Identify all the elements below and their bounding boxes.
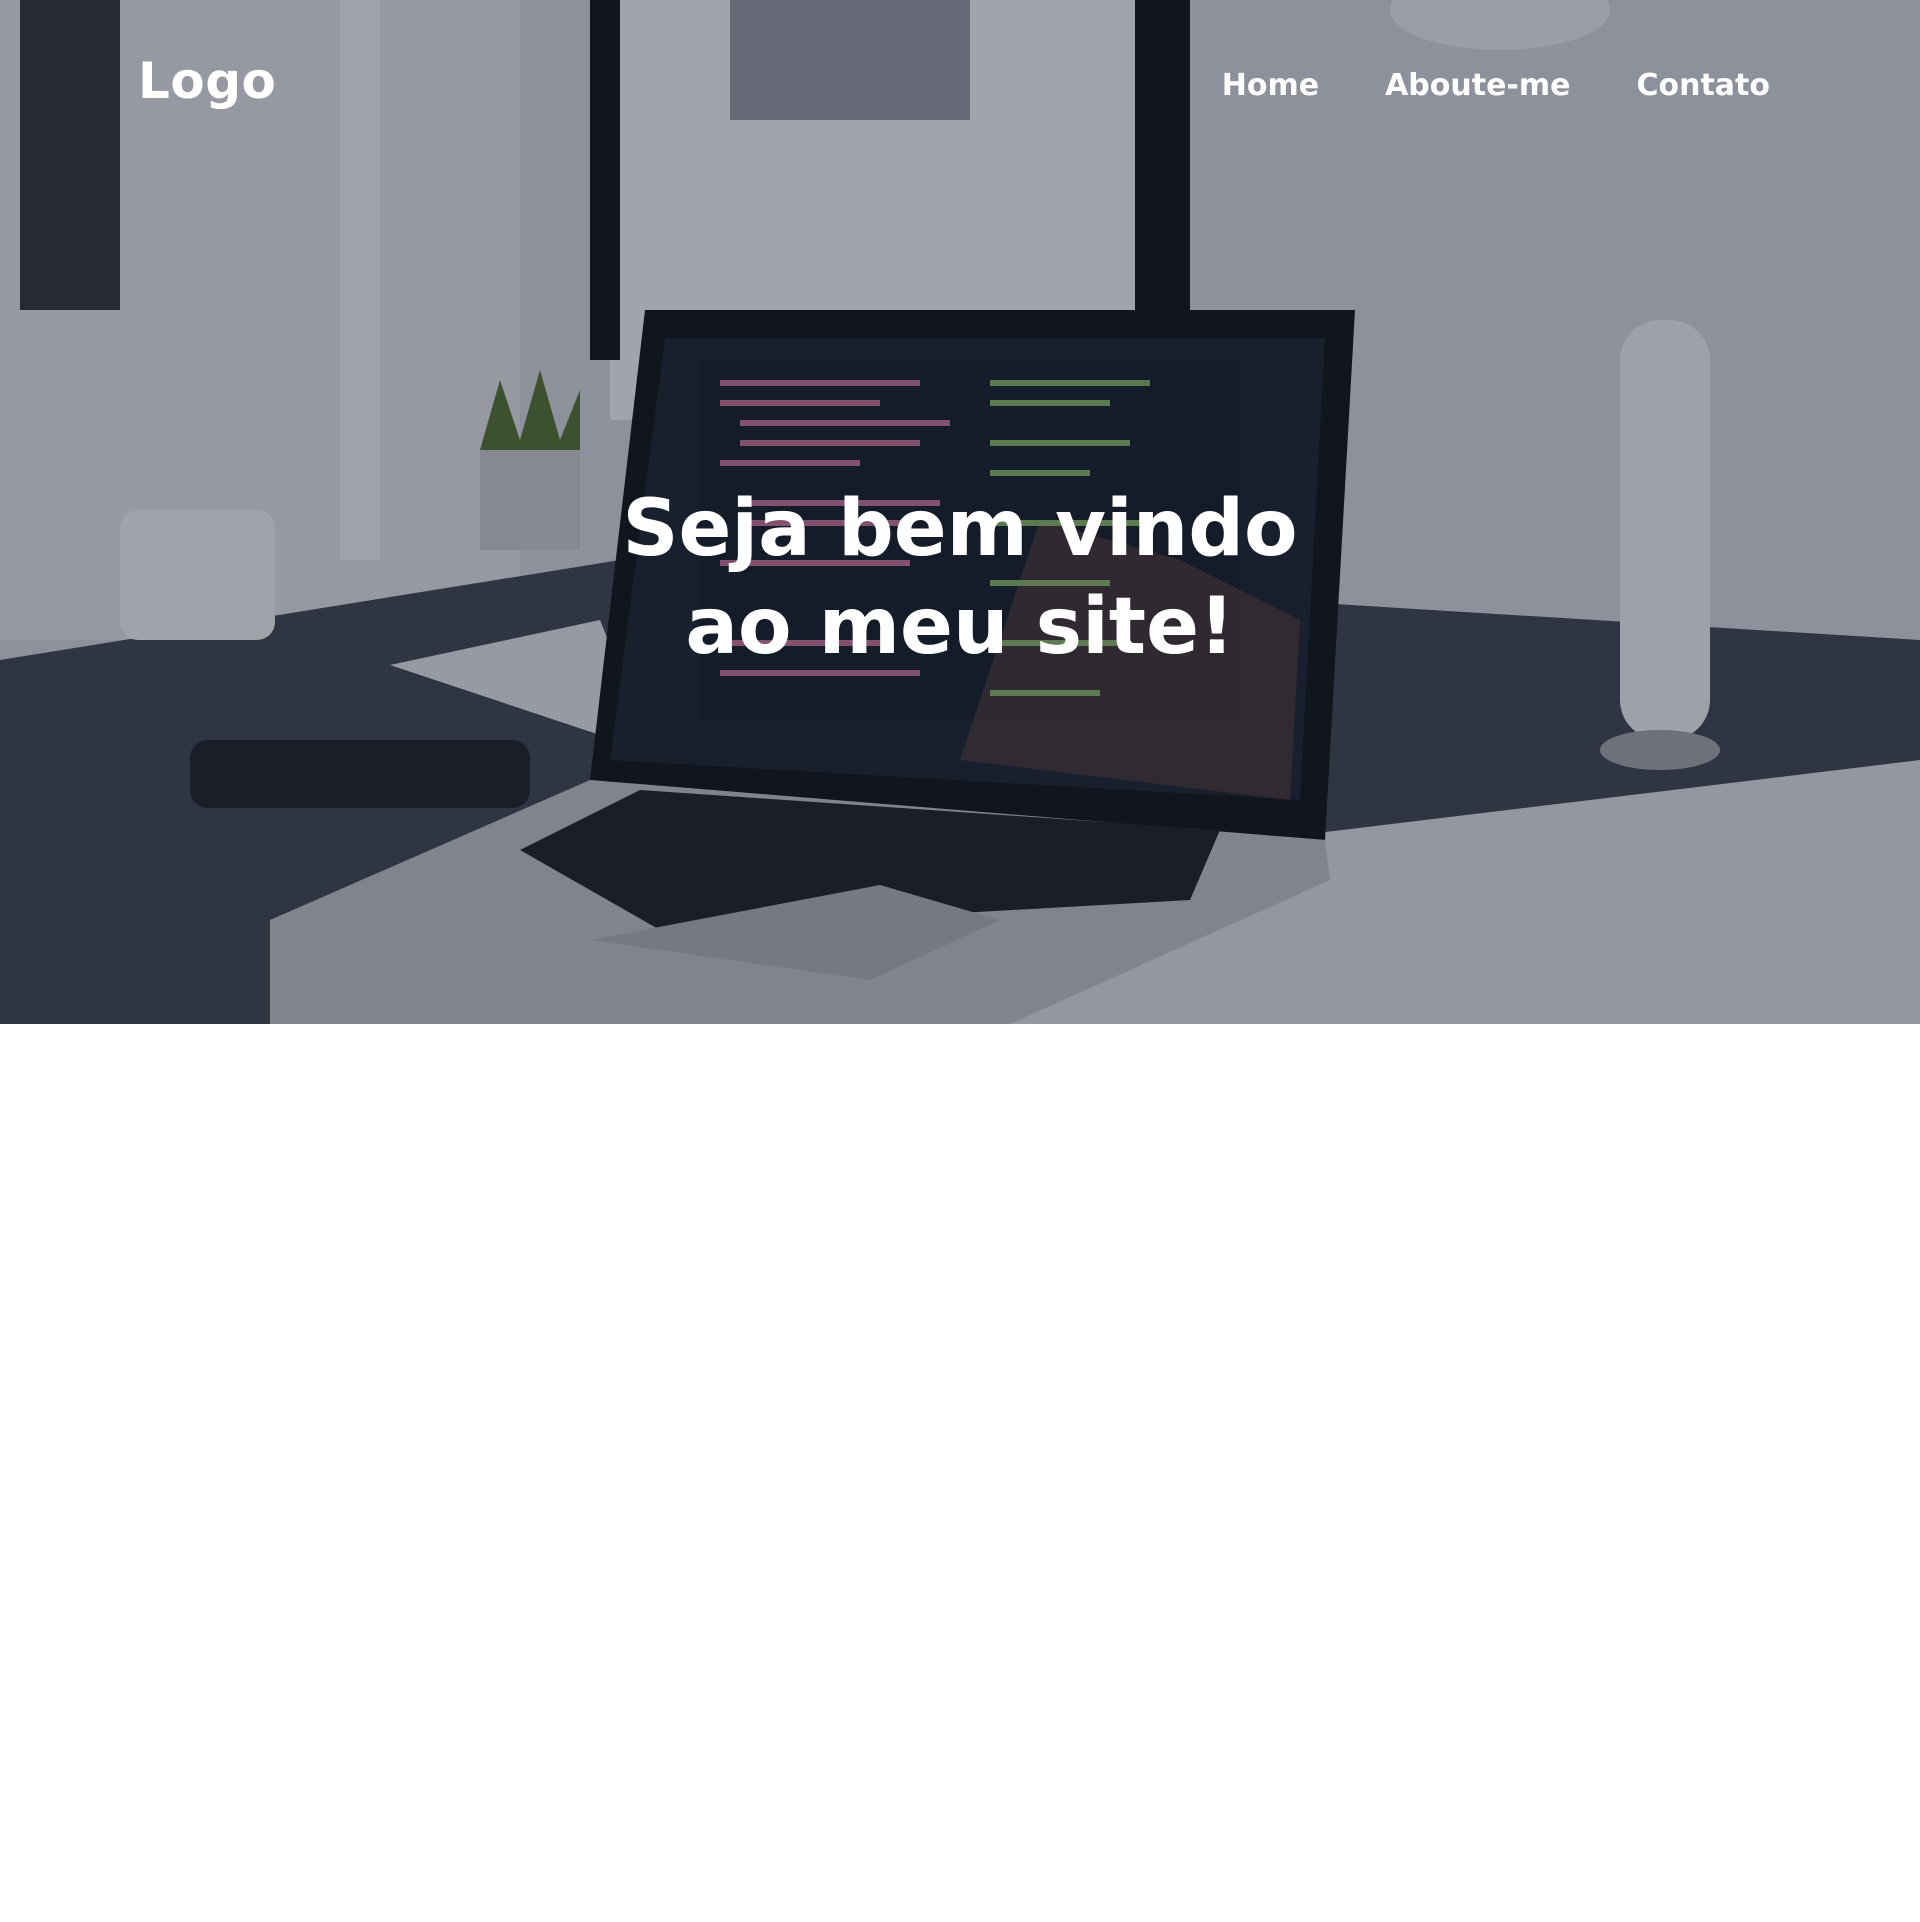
nav-link-about[interactable]: Aboute-me: [1385, 68, 1570, 103]
hero-title-line1: Seja bem vindo: [622, 484, 1298, 574]
nav-link-home[interactable]: Home: [1222, 68, 1319, 103]
nav-link-contact[interactable]: Contato: [1636, 68, 1770, 103]
hero-section: Logo Home Aboute-me Contato Seja bem vin…: [0, 0, 1920, 1024]
hero-title: Seja bem vindo ao meu site!: [560, 480, 1360, 676]
hero-title-line2: ao meu site!: [685, 582, 1235, 672]
main-nav: Home Aboute-me Contato: [1222, 68, 1770, 103]
site-logo[interactable]: Logo: [138, 52, 276, 110]
navbar: Logo Home Aboute-me Contato: [0, 0, 1920, 170]
